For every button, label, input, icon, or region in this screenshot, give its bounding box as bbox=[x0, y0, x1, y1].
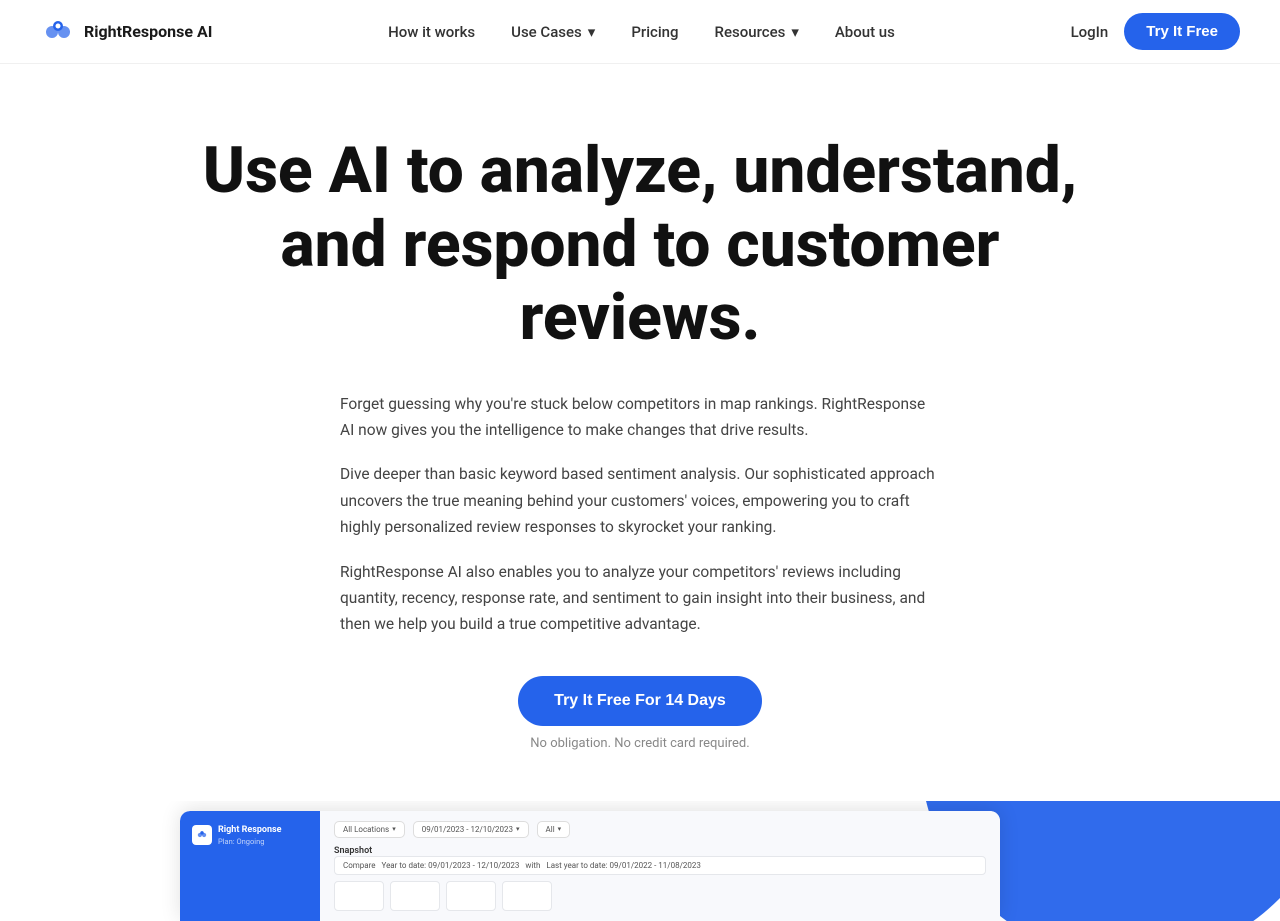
dashboard-cards-row bbox=[334, 881, 986, 911]
try-free-button-nav[interactable]: Try It Free bbox=[1124, 13, 1240, 50]
dashboard-preview: Right Response Plan: Ongoing All Locatio… bbox=[180, 811, 1000, 921]
toolbar-locations[interactable]: All Locations ▾ bbox=[334, 821, 405, 838]
toolbar-date-range[interactable]: 09/01/2023 - 12/10/2023 ▾ bbox=[413, 821, 529, 838]
sidebar-icon bbox=[192, 825, 212, 845]
cta-note: No obligation. No credit card required. bbox=[530, 736, 749, 751]
compare-last-year: Last year to date: 09/01/2022 - 11/08/20… bbox=[546, 861, 700, 870]
logo-icon bbox=[40, 14, 76, 50]
hero-paragraph-2: Dive deeper than basic keyword based sen… bbox=[340, 461, 940, 540]
cta-main-button[interactable]: Try It Free For 14 Days bbox=[518, 676, 762, 726]
dropdown-arrow-icon: ▾ bbox=[558, 825, 562, 833]
navbar-actions: LogIn Try It Free bbox=[1071, 13, 1240, 50]
dashboard-mini-card bbox=[502, 881, 552, 911]
hero-title: Use AI to analyze, understand, and respo… bbox=[200, 134, 1080, 355]
hero-section: Use AI to analyze, understand, and respo… bbox=[0, 64, 1280, 791]
dashboard-mini-card bbox=[390, 881, 440, 911]
chevron-down-icon: ▾ bbox=[588, 23, 596, 41]
toolbar-filter[interactable]: All ▾ bbox=[537, 821, 571, 838]
nav-item-pricing[interactable]: Pricing bbox=[631, 23, 678, 41]
brand-logo[interactable]: RightResponse AI bbox=[40, 14, 212, 50]
compare-with: with bbox=[525, 861, 540, 870]
dashboard-content: All Locations ▾ 09/01/2023 - 12/10/2023 … bbox=[320, 811, 1000, 921]
hero-paragraph-1: Forget guessing why you're stuck below c… bbox=[340, 391, 940, 444]
snapshot-label: Snapshot bbox=[334, 846, 986, 856]
hero-paragraph-3: RightResponse AI also enables you to ana… bbox=[340, 559, 940, 638]
hero-description: Forget guessing why you're stuck below c… bbox=[340, 391, 940, 638]
dashboard-sidebar: Right Response Plan: Ongoing bbox=[180, 811, 320, 921]
navbar: RightResponse AI How it works Use Cases … bbox=[0, 0, 1280, 64]
nav-item-resources[interactable]: Resources ▾ bbox=[715, 23, 799, 41]
compare-label: Compare bbox=[343, 861, 376, 870]
dropdown-arrow-icon: ▾ bbox=[392, 825, 396, 833]
nav-item-about-us[interactable]: About us bbox=[835, 23, 895, 41]
nav-item-use-cases[interactable]: Use Cases ▾ bbox=[511, 23, 595, 41]
sidebar-sub-label: Plan: Ongoing bbox=[218, 837, 282, 846]
dropdown-arrow-icon: ▾ bbox=[516, 825, 520, 833]
login-button[interactable]: LogIn bbox=[1071, 23, 1109, 41]
nav-item-how-it-works[interactable]: How it works bbox=[388, 23, 475, 41]
bottom-preview: Right Response Plan: Ongoing All Locatio… bbox=[0, 801, 1280, 921]
brand-name: RightResponse AI bbox=[84, 22, 212, 41]
hero-cta: Try It Free For 14 Days No obligation. N… bbox=[518, 676, 762, 751]
compare-bar: Compare Year to date: 09/01/2023 - 12/10… bbox=[334, 856, 986, 875]
chevron-down-icon: ▾ bbox=[791, 23, 799, 41]
dashboard-mini-card bbox=[334, 881, 384, 911]
sidebar-brand-label: Right Response bbox=[218, 825, 282, 835]
dashboard-toolbar: All Locations ▾ 09/01/2023 - 12/10/2023 … bbox=[334, 821, 986, 838]
compare-content: Year to date: 09/01/2023 - 12/10/2023 bbox=[382, 861, 520, 870]
nav-links: How it works Use Cases ▾ Pricing Resourc… bbox=[388, 23, 895, 41]
dashboard-mini-card bbox=[446, 881, 496, 911]
sidebar-logo: Right Response Plan: Ongoing bbox=[192, 825, 308, 846]
